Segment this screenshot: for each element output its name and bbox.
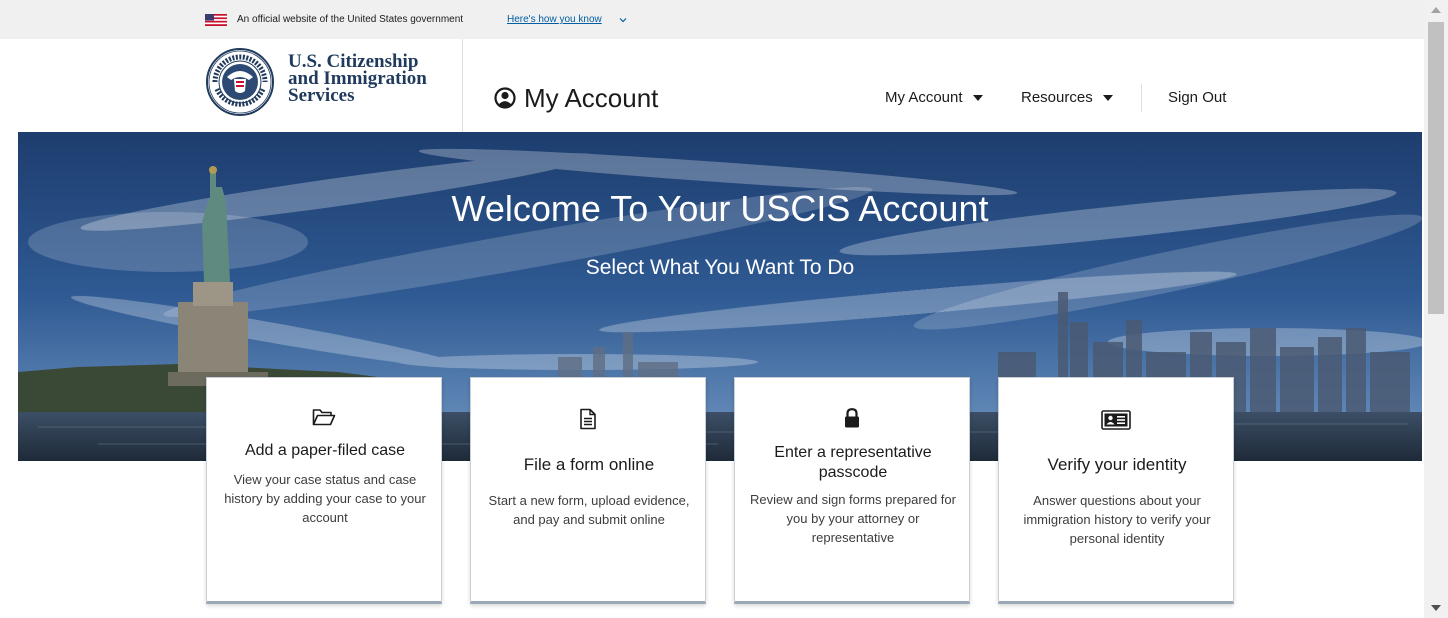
card-title: File a form online (523, 455, 655, 474)
hero-subtitle: Select What You Want To Do (585, 256, 855, 279)
card-file-form-online[interactable]: File a form online Start a new form, upl… (470, 377, 706, 604)
agency-name[interactable]: U.S. Citizenship and Immigration Service… (288, 52, 427, 106)
nav-my-account-label: My Account (885, 89, 963, 106)
card-description: Start a new form, upload evidence, and p… (488, 493, 690, 527)
card-title: Enter a representative passcode (774, 444, 932, 481)
us-flag-icon (205, 14, 227, 26)
card-verify-identity[interactable]: Verify your identity Answer questions ab… (998, 377, 1234, 604)
scroll-down-arrow-icon[interactable] (1431, 605, 1441, 611)
nav-separator (1141, 84, 1142, 112)
site-header: U.S. Citizenship and Immigration Service… (0, 39, 1424, 132)
user-circle-icon (494, 87, 516, 109)
page: An official website of the United States… (0, 0, 1448, 618)
nav-my-account[interactable]: My Account (885, 89, 983, 106)
scroll-up-arrow-icon[interactable] (1431, 7, 1441, 13)
caret-down-icon (972, 94, 983, 101)
document-icon (471, 408, 705, 430)
page-scrollbar[interactable] (1424, 0, 1448, 618)
card-description: Answer questions about your immigration … (1023, 493, 1211, 546)
caret-down-icon (1102, 94, 1113, 101)
card-title: Verify your identity (1047, 455, 1187, 474)
hero-title: Welcome To Your USCIS Account (451, 188, 989, 229)
sign-out-label: Sign Out (1168, 89, 1227, 106)
nav-resources[interactable]: Resources (1021, 89, 1113, 106)
official-website-text: An official website of the United States… (237, 14, 464, 25)
sign-out-link[interactable]: Sign Out (1168, 89, 1226, 106)
id-card-icon (999, 410, 1233, 430)
nav-resources-label: Resources (1021, 89, 1093, 106)
folder-open-icon (207, 408, 441, 426)
header-divider (462, 39, 463, 132)
card-representative-passcode[interactable]: Enter a representative passcode Review a… (734, 377, 970, 604)
how-you-know-link[interactable]: Here's how you know (507, 14, 602, 25)
page-title-text: My Account (524, 82, 659, 113)
dhs-seal-logo[interactable] (205, 47, 275, 117)
card-description: Review and sign forms prepared for you b… (750, 492, 956, 545)
scrollbar-thumb[interactable] (1428, 22, 1444, 314)
chevron-down-icon[interactable] (619, 16, 627, 24)
card-description: View your case status and case history b… (224, 472, 426, 525)
gov-banner: An official website of the United States… (0, 0, 1424, 39)
agency-name-line-3: Services (288, 85, 355, 106)
card-title: Add a paper-filed case (244, 442, 406, 459)
card-add-paper-filed-case[interactable]: Add a paper-filed case View your case st… (206, 377, 442, 604)
lock-icon (735, 408, 969, 428)
page-title: My Account (494, 83, 658, 113)
